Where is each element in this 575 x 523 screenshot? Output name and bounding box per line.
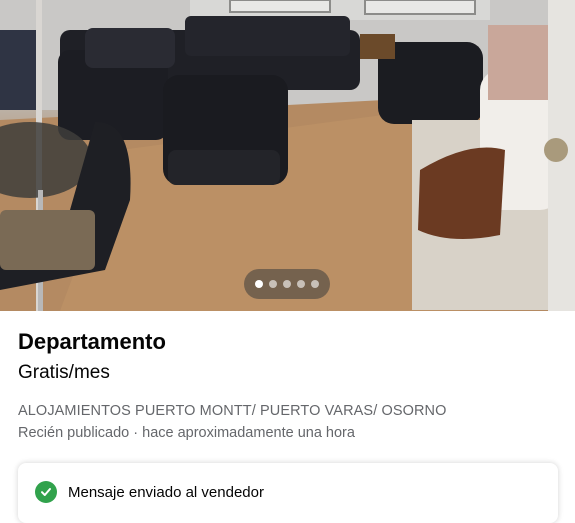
listing-posted-time: Recién publicado · hace aproximadamente … — [18, 425, 355, 441]
room-photo-illustration — [0, 0, 575, 311]
carousel-indicator[interactable] — [244, 269, 330, 299]
listing-photo[interactable] — [0, 0, 575, 311]
listing-details: Departamento Gratis/mes ALOJAMIENTOS PUE… — [18, 328, 557, 442]
toast-message: Mensaje enviado al vendedor — [68, 484, 264, 501]
listing-price: Gratis/mes — [18, 362, 110, 383]
carousel-dot[interactable] — [283, 280, 291, 288]
listing-group-name[interactable]: ALOJAMIENTOS PUERTO MONTT/ PUERTO VARAS/… — [18, 402, 557, 420]
carousel-dot[interactable] — [311, 280, 319, 288]
carousel-dot[interactable] — [269, 280, 277, 288]
carousel-dot[interactable] — [297, 280, 305, 288]
listing-title: Departamento — [18, 329, 166, 354]
carousel-dot[interactable] — [255, 280, 263, 288]
message-sent-toast: Mensaje enviado al vendedor — [18, 463, 558, 523]
